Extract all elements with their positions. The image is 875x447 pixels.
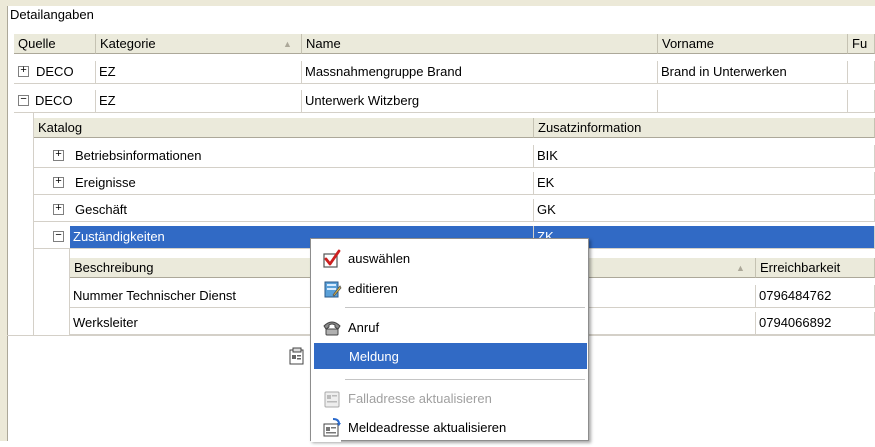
menu-item-auswaehlen[interactable]: auswählen bbox=[314, 246, 587, 272]
expand-icon[interactable]: + bbox=[53, 150, 64, 161]
list-item-katalog[interactable]: + Betriebsinformationen bbox=[34, 145, 534, 168]
table-row-cell-vorname[interactable]: Brand in Unterwerken bbox=[658, 61, 848, 84]
column-header-katalog[interactable]: Katalog bbox=[34, 118, 534, 138]
column-header-beschreibung-label: Beschreibung bbox=[74, 260, 154, 275]
column-header-kategorie-label: Kategorie bbox=[100, 36, 156, 51]
cell-quelle-value: DECO bbox=[36, 64, 74, 79]
column-header-fu[interactable]: Fu bbox=[848, 34, 875, 54]
menu-item-label: Meldeadresse aktualisieren bbox=[348, 420, 507, 435]
list-item-katalog[interactable]: + Ereignisse bbox=[34, 172, 534, 195]
table-row-erreichbarkeit[interactable]: 0796484762 bbox=[756, 285, 875, 308]
edit-notebook-icon bbox=[322, 279, 342, 299]
table-row-cell-fu[interactable] bbox=[848, 90, 875, 113]
menu-item-label: auswählen bbox=[348, 251, 411, 266]
menu-item-editieren[interactable]: editieren bbox=[314, 276, 587, 302]
column-header-vorname[interactable]: Vorname bbox=[658, 34, 848, 54]
expand-icon[interactable]: + bbox=[53, 204, 64, 215]
sort-ascending-icon: ▲ bbox=[736, 263, 745, 273]
menu-item-label: editieren bbox=[348, 281, 398, 296]
message-document-icon bbox=[287, 346, 307, 366]
telephone-icon bbox=[322, 318, 342, 338]
menu-item-meldeadresse-aktualisieren[interactable]: Meldeadresse aktualisieren bbox=[314, 415, 587, 441]
expand-icon[interactable]: + bbox=[18, 66, 29, 77]
column-header-zusatzinformation[interactable]: Zusatzinformation bbox=[534, 118, 875, 138]
table-row-erreichbarkeit[interactable]: 0794066892 bbox=[756, 312, 875, 335]
list-item-zusatz[interactable]: EK bbox=[534, 172, 875, 195]
column-header-kategorie[interactable]: Kategorie ▲ bbox=[96, 34, 302, 54]
collapse-icon[interactable]: − bbox=[53, 231, 64, 242]
katalog-label: Ereignisse bbox=[75, 175, 136, 190]
table-row-cell-fu[interactable] bbox=[848, 61, 875, 84]
context-menu: auswählen editieren Anruf Meldung Fallad… bbox=[287, 238, 589, 442]
cell-quelle-value: DECO bbox=[35, 93, 73, 108]
table-row-cell-vorname[interactable] bbox=[658, 90, 848, 113]
katalog-label: Geschäft bbox=[75, 202, 128, 217]
table-row-cell-quelle[interactable]: − DECO bbox=[14, 90, 96, 113]
table-row-cell-name[interactable]: Massnahmengruppe Brand bbox=[302, 61, 658, 84]
table-row-cell-quelle[interactable]: + DECO bbox=[14, 61, 96, 84]
menu-item-label: Meldung bbox=[349, 349, 399, 364]
table-row-cell-kategorie[interactable]: EZ bbox=[96, 61, 302, 84]
column-header-erreichbarkeit[interactable]: Erreichbarkeit bbox=[756, 258, 875, 278]
column-header-name[interactable]: Name bbox=[302, 34, 658, 54]
address-card-icon bbox=[322, 389, 342, 409]
sort-ascending-icon: ▲ bbox=[283, 39, 292, 49]
menu-separator bbox=[345, 307, 585, 308]
katalog-label: Betriebsinformationen bbox=[75, 148, 202, 163]
menu-separator bbox=[345, 379, 585, 380]
menu-item-falladresse-aktualisieren[interactable]: Falladresse aktualisieren bbox=[314, 386, 587, 412]
address-refresh-icon bbox=[322, 418, 342, 438]
expand-icon[interactable]: + bbox=[53, 177, 64, 188]
table-row-cell-kategorie[interactable]: EZ bbox=[96, 90, 302, 113]
checkbox-check-icon bbox=[322, 249, 342, 269]
collapse-icon[interactable]: − bbox=[18, 95, 29, 106]
column-header-quelle[interactable]: Quelle bbox=[14, 34, 96, 54]
panel-title: Detailangaben bbox=[10, 7, 94, 22]
list-item-zusatz[interactable]: BIK bbox=[534, 145, 875, 168]
table-row-cell-name[interactable]: Unterwerk Witzberg bbox=[302, 90, 658, 113]
menu-item-label: Falladresse aktualisieren bbox=[348, 391, 492, 406]
grandchild-band-indent bbox=[54, 249, 70, 335]
menu-item-anruf[interactable]: Anruf bbox=[314, 315, 587, 341]
list-item-zusatz[interactable]: GK bbox=[534, 199, 875, 222]
child-band-indent bbox=[14, 113, 34, 335]
menu-item-label: Anruf bbox=[348, 320, 380, 335]
list-item-katalog[interactable]: + Geschäft bbox=[34, 199, 534, 222]
menu-item-meldung[interactable]: Meldung bbox=[287, 343, 587, 369]
